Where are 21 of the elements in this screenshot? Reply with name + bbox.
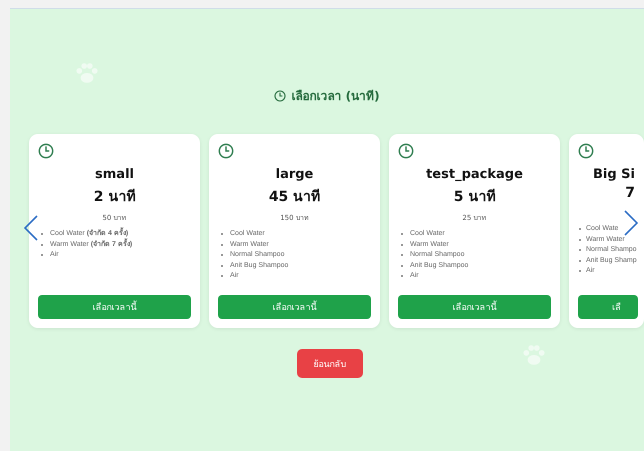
clock-icon [38, 143, 54, 159]
package-duration: 5 นาที [454, 188, 496, 207]
select-time-button[interactable]: เลือกเวลานี้ [218, 295, 371, 319]
package-name: Big Si [592, 167, 635, 182]
clock-icon [274, 90, 286, 102]
package-name: test_package [426, 167, 523, 182]
package-duration: 45 นาที [268, 188, 320, 207]
select-time-button[interactable]: เลือกเวลานี้ [398, 295, 551, 319]
back-button[interactable]: ย้อนกลับ [297, 349, 363, 378]
clock-icon [218, 143, 234, 159]
select-time-button[interactable]: เลื [578, 295, 638, 319]
package-duration: 2 นาที [94, 188, 136, 207]
package-name: large [276, 167, 314, 182]
select-time-button[interactable]: เลือกเวลานี้ [38, 295, 191, 319]
chevron-right-icon[interactable] [624, 210, 638, 236]
package-duration: 7 [625, 185, 635, 201]
clock-icon [398, 143, 414, 159]
clock-icon [578, 143, 594, 159]
section-heading: เลือกเวลา (นาที) [291, 88, 380, 105]
chevron-left-icon[interactable] [24, 215, 38, 241]
package-name: small [95, 167, 134, 182]
